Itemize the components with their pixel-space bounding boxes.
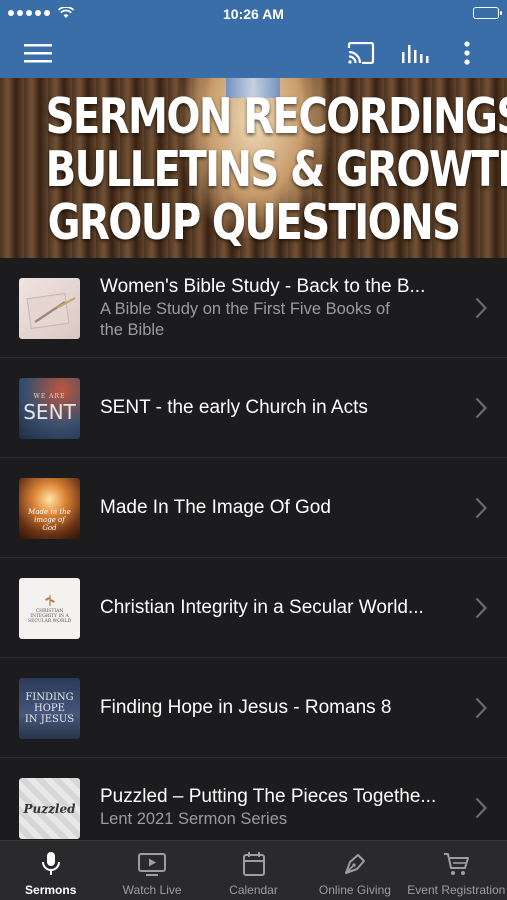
tab-label: Sermons <box>25 883 77 897</box>
series-thumbnail: Made in the image of God <box>19 478 80 539</box>
tab-calendar[interactable]: Calendar <box>203 841 304 900</box>
more-options-button[interactable] <box>454 28 480 78</box>
hero-title-line-3: GROUP QUESTIONS <box>47 194 461 251</box>
item-subtitle: A Bible Study on the First Five Books of… <box>100 299 390 339</box>
tv-play-icon <box>138 853 167 876</box>
list-item[interactable]: WE ARE SENT SENT - the early Church in A… <box>0 358 507 458</box>
item-title: SENT - the early Church in Acts <box>100 396 368 418</box>
tab-label: Calendar <box>229 883 278 897</box>
series-thumbnail: FINDING HOPE IN JESUS <box>19 678 80 739</box>
sermon-series-list: Women's Bible Study - Back to the B... A… <box>0 258 507 840</box>
chevron-right-icon <box>475 697 487 718</box>
list-item[interactable]: Women's Bible Study - Back to the B... A… <box>0 258 507 358</box>
tab-sermons[interactable]: Sermons <box>0 841 101 900</box>
cart-icon <box>444 853 470 875</box>
tab-label: Event Registration <box>407 883 506 897</box>
series-thumbnail <box>19 278 80 339</box>
status-bar: 10:26 AM <box>0 0 507 28</box>
item-title: Made In The Image Of God <box>100 496 331 518</box>
chevron-right-icon <box>475 497 487 518</box>
audio-levels-button[interactable] <box>398 28 432 78</box>
sprig-icon <box>44 595 55 606</box>
app-bar <box>0 28 507 78</box>
hero-banner: SERMON RECORDINGS, BULLETINS & GROWTH GR… <box>0 78 507 258</box>
list-item[interactable]: Made in the image of God Made In The Ima… <box>0 458 507 558</box>
item-title: Christian Integrity in a Secular World..… <box>100 596 424 618</box>
menu-button[interactable] <box>20 28 56 78</box>
tab-label: Watch Live <box>122 883 182 897</box>
hero-title: SERMON RECORDINGS, BULLETINS & GROWTH GR… <box>45 88 507 251</box>
chevron-right-icon <box>475 597 487 618</box>
audio-bars-icon <box>402 45 429 63</box>
hero-title-line-1: SERMON RECORDINGS, <box>45 88 507 145</box>
bottom-tab-bar: Sermons Watch Live Calendar Online Givin… <box>0 840 507 900</box>
battery-icon <box>473 7 502 19</box>
hero-title-line-2: BULLETINS & GROWTH <box>45 141 507 198</box>
bible-study-thumbnail-icon <box>26 292 76 330</box>
item-title: Finding Hope in Jesus - Romans 8 <box>100 696 392 718</box>
series-thumbnail: CHRISTIAN INTEGRITY IN A SECULAR WORLD <box>19 578 80 639</box>
chevron-right-icon <box>475 797 487 818</box>
tab-event-registration[interactable]: Event Registration <box>406 841 507 900</box>
tab-watch-live[interactable]: Watch Live <box>101 841 202 900</box>
series-thumbnail: Puzzled <box>19 778 80 839</box>
more-vertical-icon <box>464 41 470 65</box>
chevron-right-icon <box>475 297 487 318</box>
cast-icon <box>347 42 375 64</box>
tab-label: Online Giving <box>318 883 391 897</box>
tab-online-giving[interactable]: Online Giving <box>304 841 405 900</box>
item-title: Women's Bible Study - Back to the B... <box>100 275 426 297</box>
hamburger-icon <box>24 44 52 63</box>
chevron-right-icon <box>475 397 487 418</box>
list-item[interactable]: CHRISTIAN INTEGRITY IN A SECULAR WORLD C… <box>0 558 507 658</box>
list-item[interactable]: Puzzled Puzzled – Putting The Pieces Tog… <box>0 758 507 840</box>
calendar-icon <box>242 852 265 876</box>
list-item[interactable]: FINDING HOPE IN JESUS Finding Hope in Je… <box>0 658 507 758</box>
series-thumbnail: WE ARE SENT <box>19 378 80 439</box>
pen-nib-icon <box>344 854 365 874</box>
item-subtitle: Lent 2021 Sermon Series <box>100 810 288 828</box>
cast-button[interactable] <box>344 28 378 78</box>
item-title: Puzzled – Putting The Pieces Togethe... <box>100 786 437 807</box>
status-time: 10:26 AM <box>223 6 284 22</box>
microphone-icon <box>41 852 60 875</box>
